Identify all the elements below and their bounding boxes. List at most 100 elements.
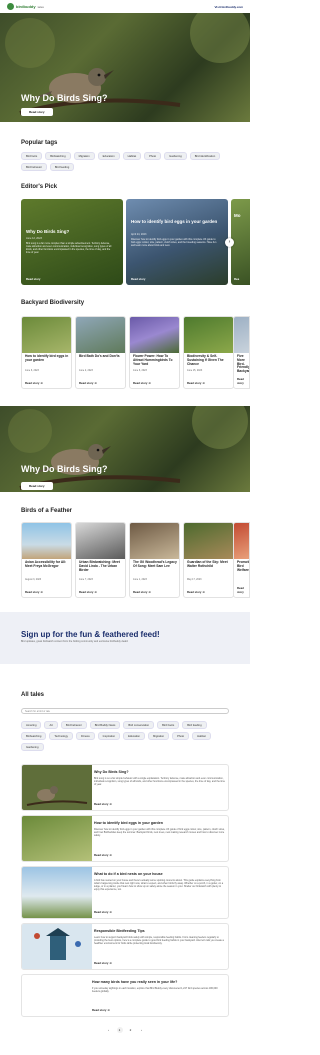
tag[interactable]: Bird identification [189, 152, 221, 160]
editors-pick-card[interactable]: Why Do Birds Sing? June 12, 2023 Bird so… [21, 199, 123, 285]
card-read-link[interactable]: Read story [26, 277, 40, 281]
tag[interactable]: Fitness [76, 732, 95, 740]
card-image [234, 523, 249, 559]
tag[interactable]: Habitat [122, 152, 142, 160]
tag[interactable]: Bird conservation [123, 721, 155, 729]
card-title: How to identify bird eggs in your garden [131, 219, 218, 224]
tag[interactable]: Gardening [164, 152, 187, 160]
visit-link[interactable]: Visit birdbuddy.com [214, 5, 243, 9]
signup-desc: Bird updates, great birdwatch content fr… [21, 640, 129, 643]
card-image [22, 317, 71, 353]
tag[interactable]: Education [97, 152, 120, 160]
tag[interactable]: Bird Buddy News [89, 721, 121, 729]
tag[interactable]: Inspiration [97, 732, 121, 740]
tag[interactable]: Bird behavior [60, 721, 87, 729]
tag[interactable]: Habitat [192, 732, 211, 740]
hero-read-button[interactable]: Read story [21, 108, 53, 116]
tale-desc: Bird song is so a far simple behavior wi… [94, 777, 225, 786]
tale-title: How to identify bird eggs in your garden [94, 821, 163, 825]
hero-banner-2: Why Do Birds Sing? Read story [0, 406, 250, 492]
page-2[interactable]: 2 [128, 1027, 134, 1033]
tag[interactable]: Migration [73, 152, 95, 160]
tag[interactable]: Photo [144, 152, 162, 160]
tag[interactable]: Amazing [21, 721, 42, 729]
backyard-card[interactable]: Five More Bird-Friendly Backyard Read st… [233, 316, 250, 389]
tag[interactable]: Bird facts [21, 152, 43, 160]
card-read-link[interactable]: Read story ➜ [187, 590, 205, 594]
backyard-card[interactable]: Bird Bath Do's and Don'ts June 2, 2023 R… [75, 316, 126, 389]
tale-card[interactable]: How to identify bird eggs in your garden… [21, 815, 229, 862]
tag[interactable]: Art [44, 721, 58, 729]
tag[interactable]: Birdwatching [21, 732, 47, 740]
tag[interactable]: Migration [148, 732, 170, 740]
tag[interactable]: Bird feeding [182, 721, 207, 729]
backyard-card[interactable]: How to identify bird eggs in your garden… [21, 316, 72, 389]
tale-read-link[interactable]: Read story ➜ [94, 853, 112, 857]
backyard-card[interactable]: Flower Power: How To Attract Hummingbird… [129, 316, 180, 389]
feather-title: Birds of a Feather [21, 508, 73, 514]
card-title: Why Do Birds Sing? [26, 229, 70, 234]
logo-text: birdbuddy [16, 4, 36, 9]
card-read-link[interactable]: Read story ➜ [25, 381, 43, 385]
card-desc: Bird song is a far more complex than a s… [26, 242, 112, 254]
card-date: June 6, 2023 [133, 369, 147, 372]
card-read-link[interactable]: Read story [131, 277, 145, 281]
search-input[interactable]: Search for a bird or tale [21, 708, 229, 714]
feather-card[interactable]: The Gil Woodhead's Legacy Of Song: Meet … [129, 522, 180, 598]
card-read-link[interactable]: Read story ➜ [133, 381, 151, 385]
tale-image [22, 867, 92, 918]
tale-read-link[interactable]: Read story ➜ [94, 910, 112, 914]
card-title: Bird Bath Do's and Don'ts [79, 354, 120, 358]
card-title: Biodiversity & Self-Sustaining If Given … [187, 354, 224, 366]
tag[interactable]: Bird feeding [49, 163, 75, 171]
carousel-next-icon[interactable]: › [225, 238, 234, 247]
popular-tags-title: Popular tags [21, 140, 58, 146]
hero-bird-image [8, 406, 248, 490]
feather-card[interactable]: Promoting Bird Welfare Read story [233, 522, 250, 598]
page-1[interactable]: 1 [116, 1027, 123, 1033]
tag[interactable]: Gardening [21, 743, 44, 751]
tale-card[interactable]: How many birds have you really seen in y… [21, 974, 229, 1017]
editors-pick-card[interactable]: How to identify bird eggs in your garden… [126, 199, 228, 285]
tag[interactable]: Education [123, 732, 146, 740]
tale-card[interactable]: Responsible Birdfeeding Tips Learn how t… [21, 923, 229, 970]
tale-card[interactable]: What to do if a bird nests on your house… [21, 866, 229, 919]
tag[interactable]: Bird Facts [157, 721, 180, 729]
prev-page-icon[interactable]: ‹ [106, 1027, 112, 1033]
tale-read-link[interactable]: Read story ➜ [92, 1008, 110, 1012]
backyard-card[interactable]: Biodiversity & Self-Sustaining If Given … [183, 316, 234, 389]
card-read-link[interactable]: Read story [237, 586, 249, 594]
card-read-link[interactable]: Read story ➜ [187, 381, 205, 385]
feather-card[interactable]: Urban Birdwatching: Meet David Lindo - T… [75, 522, 126, 598]
card-date: June 2, 2023 [79, 369, 93, 372]
logo[interactable]: birdbuddy tales [7, 3, 44, 10]
tale-read-link[interactable]: Read story ➜ [94, 961, 112, 965]
card-image [76, 523, 125, 559]
backyard-title: Backyard Biodiversity [21, 300, 85, 306]
card-read-link[interactable]: Rea [234, 277, 239, 281]
hero-title: Why Do Birds Sing? [21, 464, 108, 474]
card-read-link[interactable]: Read story ➜ [79, 590, 97, 594]
card-read-link[interactable]: Read story ➜ [133, 590, 151, 594]
card-read-link[interactable]: Read story [237, 377, 249, 385]
logo-suffix: tales [37, 4, 44, 9]
logo-icon [7, 3, 14, 10]
tag[interactable]: Bird behavior [21, 163, 47, 171]
tag[interactable]: Technology [49, 732, 73, 740]
tale-card[interactable]: Why Do Birds Sing? Bird song is so a far… [21, 764, 229, 811]
hero-read-button[interactable]: Read story [21, 482, 53, 490]
tale-desc: Learn how to support backyard birds safe… [94, 936, 224, 945]
card-read-link[interactable]: Read story ➜ [25, 590, 43, 594]
card-title: Mo [234, 213, 241, 218]
tale-read-link[interactable]: Read story ➜ [94, 802, 112, 806]
tale-title: Responsible Birdfeeding Tips [94, 929, 145, 933]
card-date: June 15, 2023 [187, 369, 203, 372]
card-read-link[interactable]: Read story ➜ [79, 381, 97, 385]
tale-title: What to do if a bird nests on your house [94, 872, 163, 876]
feather-card[interactable]: Avian Accessibility for All: Meet Freya … [21, 522, 72, 598]
next-page-icon[interactable]: › [139, 1027, 145, 1033]
card-image [130, 523, 179, 559]
feather-card[interactable]: Guardian of the Sky: Meet Walter Rothchi… [183, 522, 234, 598]
tag[interactable]: Birdwatching [45, 152, 71, 160]
tag[interactable]: Photo [172, 732, 190, 740]
